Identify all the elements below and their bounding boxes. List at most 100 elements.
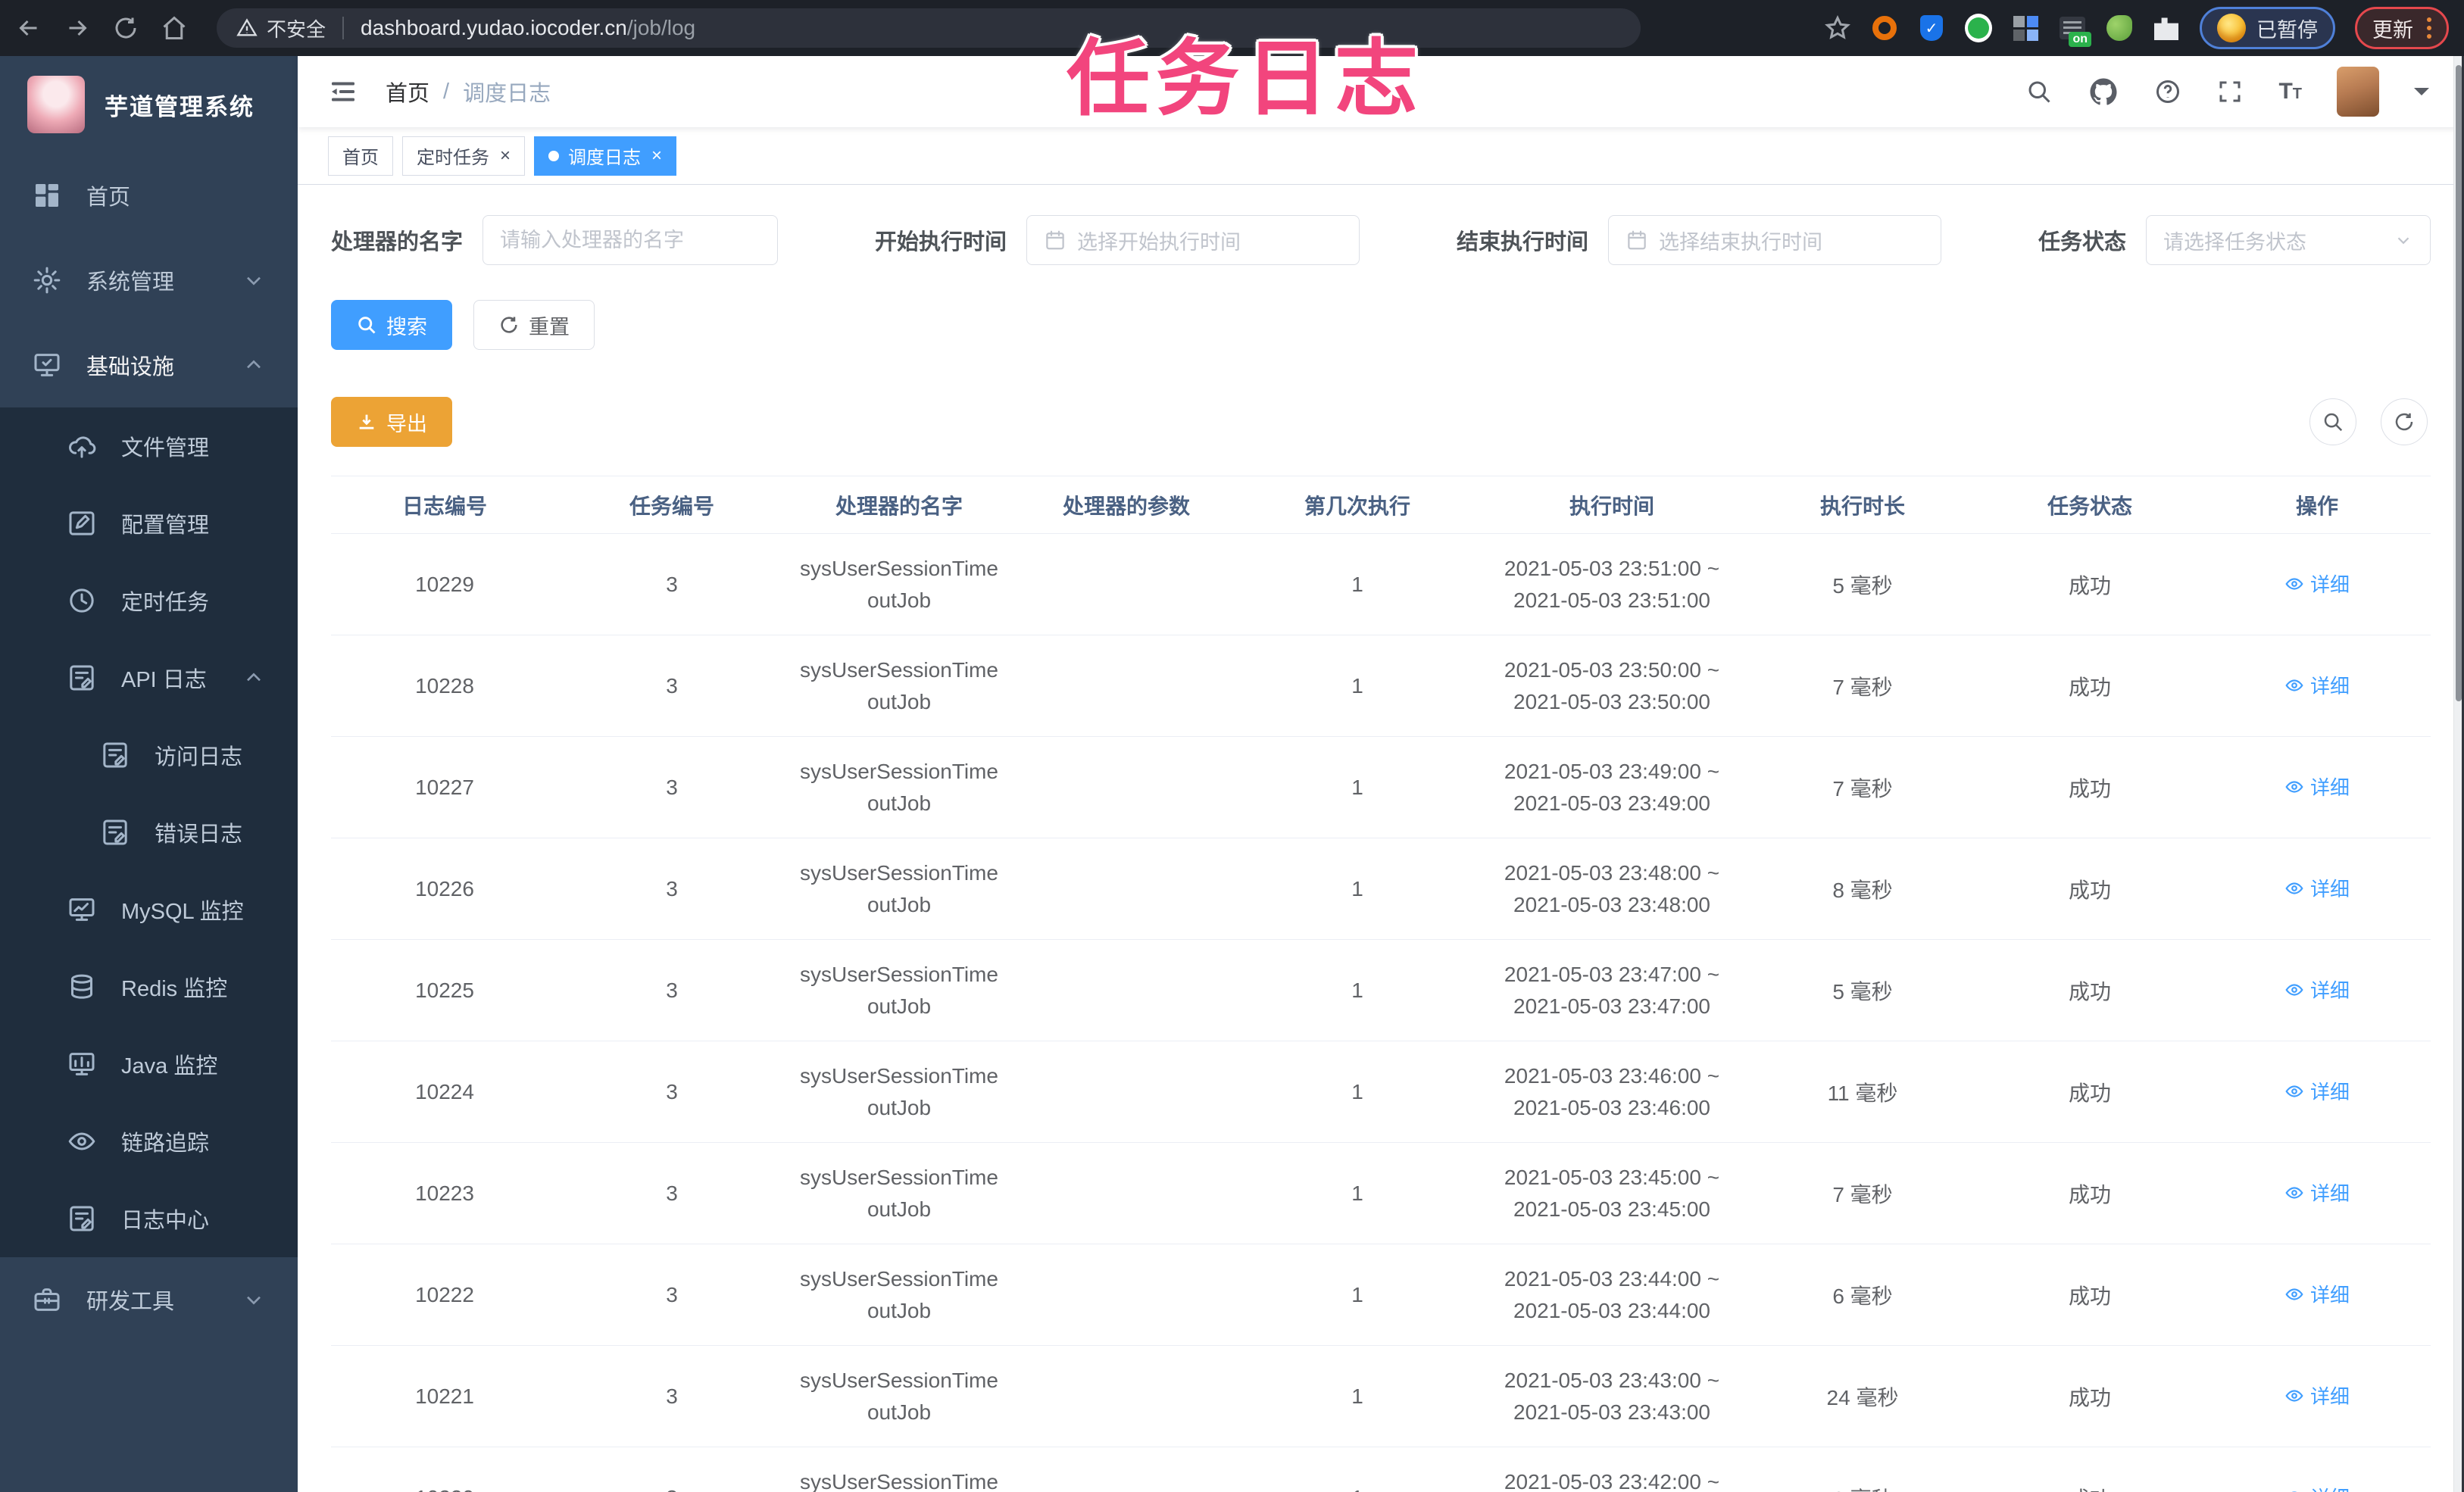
sidebar-item-12[interactable]: 链路追踪 [0,1103,298,1180]
detail-link[interactable]: 详细 [2284,1280,2350,1308]
github-icon[interactable] [2088,76,2119,108]
browser-update-button[interactable]: 更新 [2355,7,2449,49]
avatar-caret-icon[interactable] [2414,88,2429,103]
profile-emoji-avatar [2217,14,2246,42]
cell-exec-index: 1 [1240,838,1475,940]
detail-link[interactable]: 详细 [2284,1483,2350,1492]
sidebar-item-1[interactable]: 系统管理 [0,238,298,323]
filter-item-0: 处理器的名字 [331,215,779,265]
extensions-puzzle-icon[interactable] [2153,14,2180,42]
export-button[interactable]: 导出 [331,397,452,447]
user-avatar[interactable] [2337,67,2379,117]
search-button[interactable]: 搜索 [331,300,452,350]
sidebar-item-0[interactable]: 首页 [0,153,298,238]
sidebar-item-10[interactable]: Redis 监控 [0,948,298,1025]
cell-exec-time: 2021-05-03 23:47:00 ~2021-05-03 23:47:00 [1475,939,1749,1041]
column-header: 操作 [2203,476,2431,534]
sidebar-item-9[interactable]: MySQL 监控 [0,871,298,948]
detail-link[interactable]: 详细 [2284,570,2350,598]
extension-grid-icon[interactable] [2012,14,2039,42]
detail-link[interactable]: 详细 [2284,1077,2350,1105]
toggle-search-icon[interactable] [2309,398,2356,445]
tab-1[interactable]: 定时任务 × [402,136,526,176]
close-icon[interactable]: × [500,146,511,165]
sidebar-item-13[interactable]: 日志中心 [0,1180,298,1257]
table-row: 10228 3 sysUserSessionTimeoutJob 1 2021-… [331,635,2431,737]
navbar: 首页 / 调度日志 TT [298,56,2464,127]
extension-orange-icon[interactable] [1871,14,1898,42]
filter-date-picker-1[interactable]: 选择开始执行时间 [1026,215,1360,265]
cell-handler: sysUserSessionTimeoutJob [785,1244,1013,1346]
detail-link[interactable]: 详细 [2284,975,2350,1004]
sidebar-item-14[interactable]: 研发工具 [0,1257,298,1342]
fullscreen-icon[interactable] [2216,78,2244,105]
eye-icon [2284,1487,2304,1492]
home-icon[interactable] [161,14,188,42]
app-window: 芋道管理系统 首页 系统管理 基础设施 文件管理 配置管理 定时任务 API 日… [0,56,2464,1492]
table-row: 10224 3 sysUserSessionTimeoutJob 1 2021-… [331,1041,2431,1143]
timer-icon [67,585,97,616]
detail-link[interactable]: 详细 [2284,773,2350,801]
table-header-row: 日志编号 任务编号 处理器的名字 处理器的参数 第几次执行 执行时间 执行时长 任务状态 操作 [331,476,2431,534]
cell-exec-time: 2021-05-03 23:49:00 ~2021-05-03 23:49:00 [1475,736,1749,838]
cell-task-id: 3 [558,1244,785,1346]
font-size-icon[interactable]: TT [2278,79,2302,105]
cell-param [1013,1345,1240,1447]
detail-link[interactable]: 详细 [2284,671,2350,699]
sidebar-item-5[interactable]: 定时任务 [0,562,298,639]
filter-date-picker-2[interactable]: 选择结束执行时间 [1607,215,1941,265]
cell-duration: 5 毫秒 [1749,939,1976,1041]
back-icon[interactable] [15,14,42,42]
help-icon[interactable] [2154,78,2181,105]
sidebar-toggle-icon[interactable] [328,76,358,107]
sidebar-item-6[interactable]: API 日志 [0,639,298,716]
cell-actions: 详细 [2203,1447,2431,1492]
sidebar-item-2[interactable]: 基础设施 [0,323,298,407]
close-icon[interactable]: × [651,146,662,165]
address-bar[interactable]: 不安全 dashboard.yudao.iocoder.cn /job/log [217,8,1641,48]
scrollbar[interactable] [2453,56,2464,1492]
cell-duration: 8 毫秒 [1749,838,1976,940]
task-status-select[interactable]: 请选择任务状态 [2145,215,2431,265]
detail-link[interactable]: 详细 [2284,874,2350,902]
sidebar-item-3[interactable]: 文件管理 [0,407,298,485]
scrollbar-thumb[interactable] [2456,65,2462,701]
app-logo-row[interactable]: 芋道管理系统 [0,56,298,153]
reset-button[interactable]: 重置 [473,300,595,350]
cell-handler: sysUserSessionTimeoutJob [785,736,1013,838]
browser-menu-icon[interactable] [2427,17,2431,39]
cloud-upload-icon [67,431,97,461]
sidebar-submenu: 文件管理 配置管理 定时任务 API 日志 访问日志 错误日志 MySQL 监控… [0,407,298,1257]
cell-duration: 7 毫秒 [1749,736,1976,838]
cell-log-id: 10228 [331,635,558,737]
sidebar-item-7[interactable]: 访问日志 [0,716,298,794]
detail-link[interactable]: 详细 [2284,1381,2350,1409]
extension-on-badge-icon[interactable]: on [2059,14,2091,47]
tab-2[interactable]: 调度日志 × [534,136,677,176]
tab-0[interactable]: 首页 [328,136,393,176]
forward-icon[interactable] [64,14,91,42]
sidebar-item-4[interactable]: 配置管理 [0,485,298,562]
log-icon [67,1203,97,1234]
profile-paused-badge[interactable]: 已暂停 [2200,7,2335,49]
cell-log-id: 10226 [331,838,558,940]
extension-green-check-icon[interactable] [1965,14,1992,42]
breadcrumb-current: 调度日志 [463,82,551,106]
bookmark-star-icon[interactable] [1824,14,1851,42]
refresh-icon[interactable] [2381,398,2428,445]
reload-icon[interactable] [112,14,139,42]
detail-link[interactable]: 详细 [2284,1178,2350,1206]
extension-leaf-icon[interactable] [2106,14,2133,42]
cell-handler: sysUserSessionTimeoutJob [785,533,1013,635]
table-tools [2309,398,2428,445]
cell-handler: sysUserSessionTimeoutJob [785,635,1013,737]
extension-blue-icon[interactable]: ✓ [1918,14,1945,42]
not-secure-warning-icon[interactable] [236,17,258,39]
cell-exec-time: 2021-05-03 23:51:00 ~2021-05-03 23:51:00 [1475,533,1749,635]
sidebar-item-8[interactable]: 错误日志 [0,794,298,871]
search-icon[interactable] [2025,78,2053,105]
breadcrumb-home[interactable]: 首页 [386,76,429,108]
cell-actions: 详细 [2203,1244,2431,1346]
handler-name-input[interactable] [500,228,761,252]
sidebar-item-11[interactable]: Java 监控 [0,1025,298,1103]
